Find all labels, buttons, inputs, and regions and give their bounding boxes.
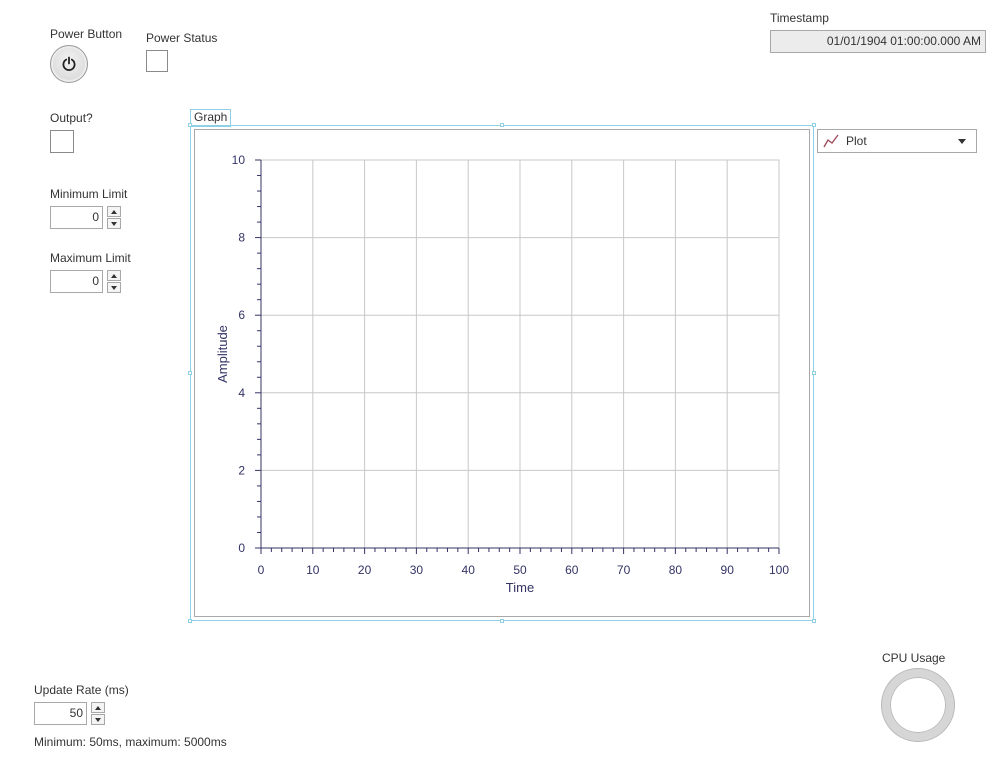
power-button-label: Power Button — [50, 27, 123, 41]
cpu-usage-label: CPU Usage — [882, 651, 946, 665]
minimum-limit-label: Minimum Limit — [50, 187, 128, 201]
chevron-down-icon — [958, 139, 966, 144]
plot-legend[interactable]: Plot — [817, 129, 977, 153]
resize-handle-left[interactable] — [188, 371, 192, 375]
arrow-up-icon — [111, 273, 117, 278]
maximum-limit-increment-button[interactable] — [107, 270, 121, 281]
timestamp-field: 01/01/1904 01:00:00.000 AM — [770, 30, 986, 53]
x-tick-label: 100 — [769, 563, 789, 577]
x-tick-label: 10 — [306, 563, 320, 577]
minimum-limit-decrement-button[interactable] — [107, 218, 121, 229]
output-checkbox[interactable] — [50, 130, 74, 153]
minimum-limit-increment-button[interactable] — [107, 206, 121, 217]
update-rate-label: Update Rate (ms) — [34, 683, 129, 697]
resize-handle-top-left[interactable] — [188, 123, 192, 127]
x-tick-label: 40 — [462, 563, 476, 577]
x-tick-label: 60 — [565, 563, 579, 577]
resize-handle-bottom-left[interactable] — [188, 619, 192, 623]
x-tick-label: 70 — [617, 563, 631, 577]
update-rate-input[interactable]: 50 — [34, 702, 87, 725]
minimum-limit-input[interactable]: 0 — [50, 206, 103, 229]
cpu-usage-gauge — [882, 669, 954, 741]
power-status-indicator — [146, 50, 168, 72]
maximum-limit-control: 0 — [50, 270, 122, 293]
resize-handle-bottom[interactable] — [500, 619, 504, 623]
plot-legend-label: Plot — [846, 134, 867, 148]
arrow-up-icon — [111, 209, 117, 214]
minimum-limit-control: 0 — [50, 206, 122, 229]
x-tick-label: 90 — [721, 563, 735, 577]
maximum-limit-label: Maximum Limit — [50, 251, 131, 265]
x-axis-title: Time — [506, 580, 534, 595]
y-tick-label: 6 — [238, 308, 245, 322]
maximum-limit-input[interactable]: 0 — [50, 270, 103, 293]
update-rate-decrement-button[interactable] — [91, 714, 105, 725]
power-status-label: Power Status — [146, 31, 218, 45]
power-button[interactable] — [50, 45, 88, 83]
x-tick-label: 0 — [258, 563, 265, 577]
x-tick-label: 20 — [358, 563, 372, 577]
line-plot-icon — [823, 134, 839, 148]
resize-handle-top[interactable] — [500, 123, 504, 127]
arrow-down-icon — [111, 285, 117, 290]
y-tick-label: 4 — [238, 386, 245, 400]
resize-handle-top-right[interactable] — [812, 123, 816, 127]
maximum-limit-decrement-button[interactable] — [107, 282, 121, 293]
resize-handle-right[interactable] — [812, 371, 816, 375]
arrow-down-icon — [111, 221, 117, 226]
update-rate-control: 50 — [34, 702, 106, 725]
x-tick-label: 30 — [410, 563, 424, 577]
arrow-down-icon — [95, 717, 101, 722]
graph[interactable]: 0 10 20 30 40 50 60 70 80 90 100 0 2 4 6 8 10 Time Ampli… — [194, 129, 810, 617]
x-tick-label: 50 — [513, 563, 527, 577]
y-axis-title: Amplitude — [215, 325, 230, 383]
timestamp-label: Timestamp — [770, 11, 829, 25]
y-tick-label: 2 — [238, 463, 245, 477]
chart-svg: 0 10 20 30 40 50 60 70 80 90 100 0 2 4 6 8 10 Time Ampli… — [215, 153, 789, 595]
update-rate-increment-button[interactable] — [91, 702, 105, 713]
arrow-up-icon — [95, 705, 101, 710]
resize-handle-bottom-right[interactable] — [812, 619, 816, 623]
output-label: Output? — [50, 111, 93, 125]
x-tick-label: 80 — [669, 563, 683, 577]
y-tick-label: 0 — [238, 541, 245, 555]
power-icon — [62, 56, 76, 71]
y-tick-label: 10 — [232, 153, 246, 167]
update-rate-hint: Minimum: 50ms, maximum: 5000ms — [34, 735, 227, 749]
y-tick-label: 8 — [238, 231, 245, 245]
